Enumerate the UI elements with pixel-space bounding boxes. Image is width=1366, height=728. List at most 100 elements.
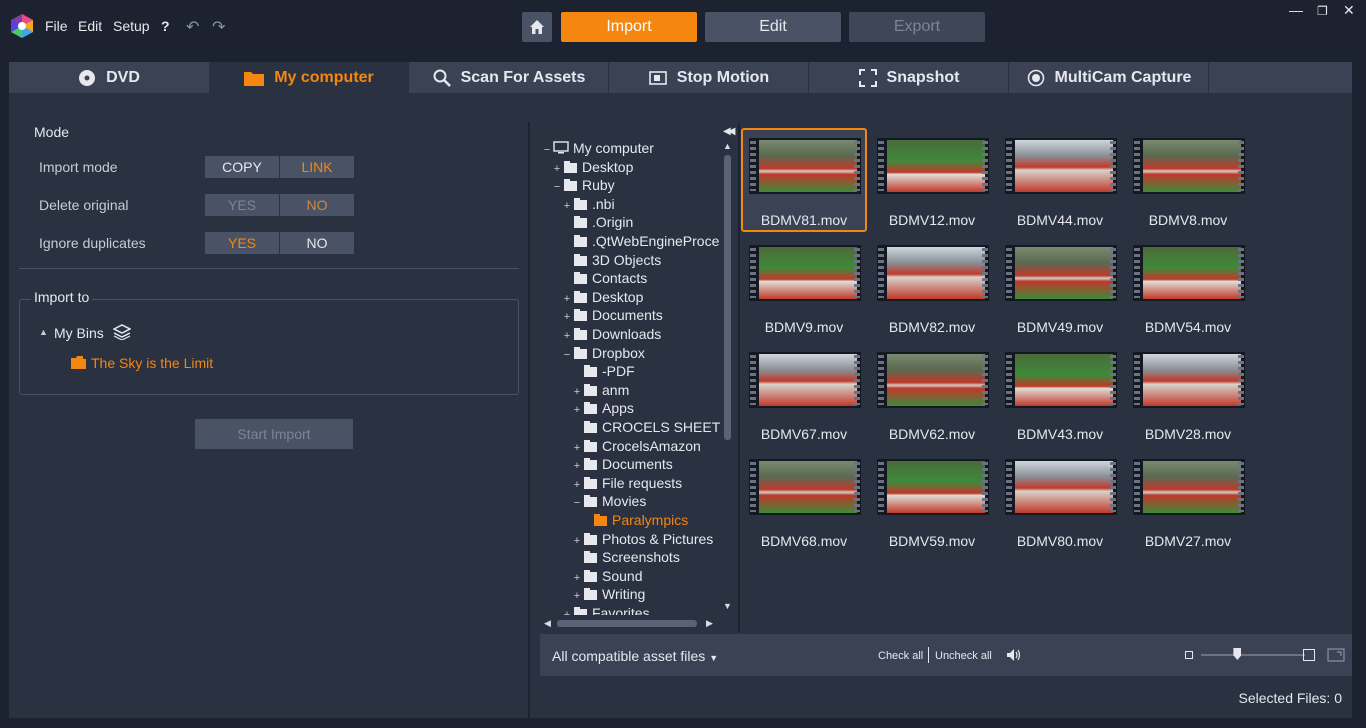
my-bins-label[interactable]: My Bins: [54, 325, 104, 341]
tree-node[interactable]: .QtWebEngineProces: [562, 232, 720, 251]
scroll-left-icon[interactable]: ◀: [544, 618, 551, 629]
zoom-slider-track[interactable]: [1201, 654, 1305, 656]
collapse-icon[interactable]: −: [552, 178, 562, 197]
collapse-arrow-icon[interactable]: ▲: [39, 327, 48, 337]
tree-node[interactable]: Contacts: [562, 269, 647, 288]
tab-scan-for-assets[interactable]: Scan For Assets: [409, 62, 609, 93]
file-thumbnail[interactable]: BDMV12.mov: [869, 128, 995, 232]
tree-node[interactable]: + Writing: [572, 585, 646, 604]
volume-icon[interactable]: [1007, 649, 1021, 661]
start-import-button[interactable]: Start Import: [195, 419, 353, 449]
tree-node[interactable]: CROCELS SHEETS: [572, 418, 720, 437]
tree-node[interactable]: − Dropbox: [562, 344, 645, 363]
import-button[interactable]: Import: [561, 12, 697, 42]
tree-node[interactable]: Paralympics: [582, 511, 688, 530]
tree-node[interactable]: + .nbi: [562, 195, 615, 214]
file-thumbnail[interactable]: BDMV59.mov: [869, 449, 995, 553]
tree-node[interactable]: + CrocelsAmazon: [572, 437, 701, 456]
tree-node[interactable]: − Movies: [572, 492, 647, 513]
ignore-duplicates-no[interactable]: NO: [280, 232, 354, 254]
file-thumbnail[interactable]: BDMV43.mov: [997, 342, 1123, 446]
expand-icon[interactable]: +: [562, 606, 572, 615]
tree-hscroll-thumb[interactable]: [557, 620, 697, 627]
bin-item[interactable]: The Sky is the Limit: [91, 355, 213, 371]
file-thumbnail[interactable]: BDMV27.mov: [1125, 449, 1251, 553]
tree-node[interactable]: + Desktop: [562, 288, 644, 307]
tree-node[interactable]: + Documents: [572, 455, 673, 474]
uncheck-all-link[interactable]: Uncheck all: [935, 650, 992, 662]
video-frame: [749, 459, 861, 515]
check-all-link[interactable]: Check all: [878, 650, 923, 662]
video-frame: [749, 352, 861, 408]
delete-original-yes[interactable]: YES: [205, 194, 279, 216]
file-thumbnail[interactable]: BDMV54.mov: [1125, 235, 1251, 339]
file-thumbnail[interactable]: BDMV44.mov: [997, 128, 1123, 232]
panel-divider[interactable]: [528, 122, 530, 718]
redo-icon[interactable]: ↷: [212, 17, 225, 37]
tab-snapshot[interactable]: Snapshot: [809, 62, 1009, 93]
minimize-icon[interactable]: —: [1289, 2, 1303, 18]
tree-node[interactable]: .Origin: [562, 213, 633, 232]
video-frame: [1133, 245, 1245, 301]
file-thumbnail[interactable]: BDMV67.mov: [741, 342, 867, 446]
bins-icon[interactable]: [113, 324, 131, 340]
tree-node[interactable]: + Sound: [572, 567, 643, 586]
file-thumbnail[interactable]: BDMV82.mov: [869, 235, 995, 339]
collapse-icon[interactable]: −: [542, 141, 552, 160]
delete-original-no[interactable]: NO: [280, 194, 354, 216]
edit-button[interactable]: Edit: [705, 12, 841, 42]
tab-my-computer[interactable]: My computer: [209, 62, 409, 93]
menu-file[interactable]: File: [45, 18, 68, 34]
tree-node[interactable]: − My computer: [542, 139, 654, 158]
scroll-right-icon[interactable]: ▶: [706, 618, 713, 629]
file-thumbnail[interactable]: BDMV49.mov: [997, 235, 1123, 339]
tree-node[interactable]: − Ruby: [552, 176, 615, 195]
ignore-duplicates-yes[interactable]: YES: [205, 232, 279, 254]
tree-node[interactable]: + Downloads: [562, 325, 661, 344]
scroll-up-icon[interactable]: ▲: [723, 141, 732, 151]
tree-node[interactable]: + Desktop: [552, 158, 634, 177]
tree-node[interactable]: + File requests: [572, 474, 682, 493]
home-button[interactable]: [522, 12, 552, 42]
undo-icon[interactable]: ↶: [186, 17, 199, 37]
file-thumbnail[interactable]: BDMV80.mov: [997, 449, 1123, 553]
help-icon[interactable]: ?: [161, 18, 170, 34]
tab-multicam-capture[interactable]: MultiCam Capture: [1009, 62, 1209, 93]
tab-dvd[interactable]: DVD: [9, 62, 209, 93]
file-thumbnail[interactable]: BDMV28.mov: [1125, 342, 1251, 446]
scroll-down-icon[interactable]: ▼: [723, 601, 732, 611]
import-mode-copy[interactable]: COPY: [205, 156, 279, 178]
ignore-duplicates-label: Ignore duplicates: [39, 235, 146, 251]
file-thumbnail[interactable]: BDMV9.mov: [741, 235, 867, 339]
tree-node[interactable]: + Favorites: [562, 604, 650, 615]
video-frame: [1133, 459, 1245, 515]
file-thumbnail[interactable]: BDMV8.mov: [1125, 128, 1251, 232]
tree-node[interactable]: 3D Objects: [562, 251, 661, 270]
menu-edit[interactable]: Edit: [78, 18, 102, 34]
file-type-filter[interactable]: All compatible asset files ▼: [552, 648, 718, 664]
zoom-slider-thumb[interactable]: [1233, 648, 1242, 660]
small-thumb-icon[interactable]: [1185, 651, 1193, 659]
tree-node[interactable]: + Apps: [572, 399, 634, 418]
large-thumb-icon[interactable]: [1303, 649, 1315, 661]
file-thumbnail[interactable]: BDMV81.mov: [741, 128, 867, 232]
tree-node[interactable]: -PDF: [572, 362, 635, 381]
export-button[interactable]: Export: [849, 12, 985, 42]
tree-node[interactable]: + Documents: [562, 306, 663, 325]
tree-node[interactable]: + Photos & Pictures: [572, 530, 714, 549]
fullscreen-icon[interactable]: [1327, 648, 1345, 662]
collapse-icon[interactable]: −: [562, 346, 572, 365]
restore-icon[interactable]: ❐: [1317, 4, 1328, 18]
file-thumbnail[interactable]: BDMV62.mov: [869, 342, 995, 446]
tab-stop-motion[interactable]: Stop Motion: [609, 62, 809, 93]
tree-scroll-thumb[interactable]: [724, 155, 731, 440]
collapse-panel-icon[interactable]: ◀◀: [723, 126, 736, 137]
tree-node[interactable]: Screenshots: [572, 548, 680, 567]
tree-node-label: Movies: [602, 493, 647, 510]
tree-node[interactable]: + anm: [572, 381, 629, 400]
collapse-icon[interactable]: −: [572, 494, 582, 513]
close-icon[interactable]: ✕: [1343, 2, 1355, 19]
import-mode-link[interactable]: LINK: [280, 156, 354, 178]
file-thumbnail[interactable]: BDMV68.mov: [741, 449, 867, 553]
menu-setup[interactable]: Setup: [113, 18, 150, 34]
